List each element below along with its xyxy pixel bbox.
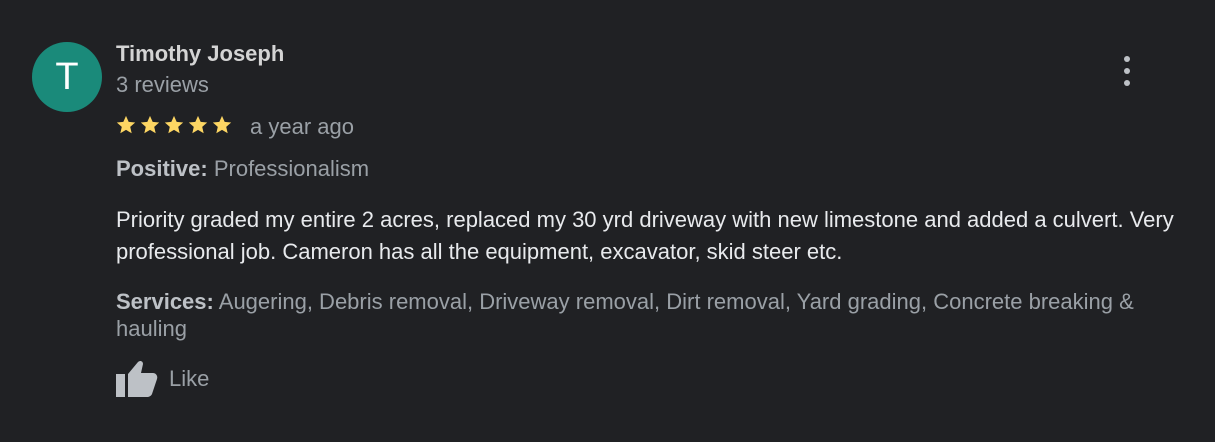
thumbs-up-icon (116, 360, 158, 397)
reviewer-name[interactable]: Timothy Joseph (116, 41, 284, 67)
more-vertical-icon-dot-1 (1124, 56, 1130, 62)
services-value: Augering, Debris removal, Driveway remov… (116, 289, 1134, 341)
review-count[interactable]: 3 reviews (116, 72, 209, 98)
like-label: Like (169, 366, 210, 391)
avatar[interactable]: T (32, 42, 102, 112)
review-text: Priority graded my entire 2 acres, repla… (116, 207, 1174, 264)
positive-value: Professionalism (213, 156, 370, 181)
positive-attributes: Positive: Professionalism (116, 156, 369, 182)
star-icon (116, 115, 136, 134)
star-icon (164, 115, 184, 134)
more-vertical-icon-dot-2 (1124, 68, 1130, 74)
star-icon (140, 115, 160, 134)
star-rating (115, 112, 235, 138)
like-button[interactable]: Like (114, 358, 209, 400)
review-time: a year ago (250, 114, 354, 139)
review-card: T Timothy Joseph 3 reviews a year ago Po… (0, 0, 1215, 442)
more-options-button[interactable] (1113, 54, 1141, 88)
positive-label: Positive: (116, 156, 208, 181)
star-icon (188, 115, 208, 134)
star-icon (212, 115, 232, 134)
services-list: Services: Augering, Debris removal, Driv… (116, 288, 1191, 342)
services-label: Services: (116, 289, 214, 314)
more-vertical-icon-dot-3 (1124, 80, 1130, 86)
